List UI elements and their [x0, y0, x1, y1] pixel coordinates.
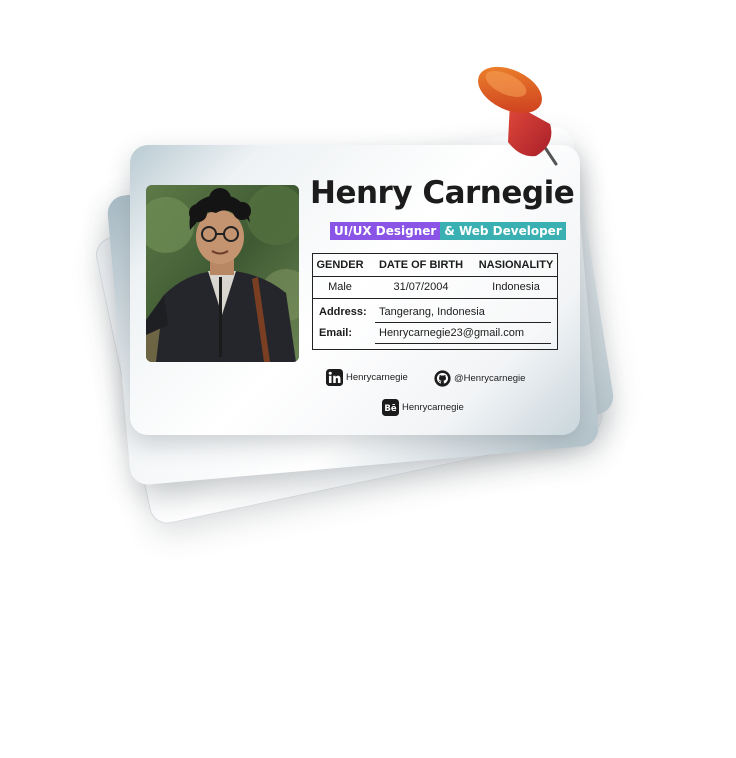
address-label: Address:	[319, 306, 367, 318]
value-nationality: Indonesia	[492, 281, 540, 293]
address-field: Address: Tangerang, Indonesia	[319, 303, 551, 323]
linkedin-handle: Henrycarnegie	[346, 372, 408, 383]
info-table: GENDER DATE OF BIRTH NASIONALITY Male 31…	[312, 253, 558, 350]
push-pin-icon	[478, 66, 558, 166]
header-nationality: NASIONALITY	[478, 259, 554, 271]
github-link[interactable]: @Henrycarnegie	[434, 370, 525, 387]
role-tag-designer: UI/UX Designer	[330, 222, 441, 240]
role-tags: UI/UX Designer & Web Developer	[330, 222, 566, 242]
address-value: Tangerang, Indonesia	[379, 306, 485, 318]
id-card: Henry Carnegie UI/UX Designer & Web Deve…	[130, 145, 580, 435]
email-label: Email:	[319, 327, 353, 339]
svg-text:Bē: Bē	[384, 404, 396, 414]
address-underline	[375, 322, 551, 323]
role-tag-developer: & Web Developer	[440, 222, 566, 240]
info-table-values: Male 31/07/2004 Indonesia	[313, 276, 557, 299]
behance-link[interactable]: Bē Henrycarnegie	[382, 399, 464, 416]
profile-photo	[146, 185, 299, 362]
behance-handle: Henrycarnegie	[402, 402, 464, 413]
value-date-of-birth: 31/07/2004	[393, 281, 449, 293]
behance-icon: Bē	[382, 399, 399, 416]
email-underline	[375, 343, 551, 344]
github-handle: @Henrycarnegie	[454, 373, 526, 384]
github-icon	[434, 370, 451, 387]
email-field: Email: Henrycarnegie23@gmail.com	[319, 324, 551, 344]
linkedin-link[interactable]: Henrycarnegie	[326, 369, 408, 386]
email-value[interactable]: Henrycarnegie23@gmail.com	[379, 327, 524, 339]
header-date-of-birth: DATE OF BIRTH	[378, 259, 464, 271]
id-card-stage: Henry Carnegie UI/UX Designer & Web Deve…	[0, 0, 736, 758]
person-name: Henry Carnegie	[310, 175, 575, 211]
info-table-header: GENDER DATE OF BIRTH NASIONALITY	[313, 254, 557, 277]
linkedin-icon	[326, 369, 343, 386]
header-gender: GENDER	[316, 259, 364, 271]
value-gender: Male	[328, 281, 352, 293]
